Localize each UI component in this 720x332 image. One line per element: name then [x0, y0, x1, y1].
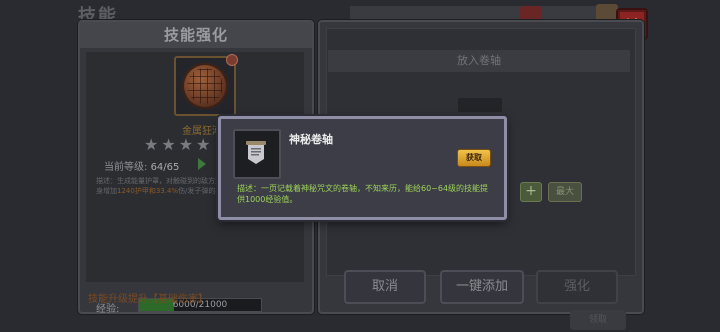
golden-shield-icon	[182, 63, 228, 109]
notification-badge-icon	[226, 54, 238, 66]
item-info-popup: 神秘卷轴 获取 描述：一页记载着神秘咒文的卷轴，不知来历，能给60~64级的技能…	[218, 116, 507, 220]
scroll-header: 放入卷轴	[328, 50, 630, 72]
add-scroll-button[interactable]: +	[520, 182, 542, 202]
get-item-button[interactable]: 获取	[457, 149, 491, 167]
claim-button[interactable]: 领取	[570, 310, 626, 330]
cancel-button[interactable]: 取消	[344, 270, 426, 304]
top-resource-bar	[350, 6, 600, 20]
level-value: 64/65	[150, 162, 180, 173]
quick-add-button[interactable]: 一键添加	[440, 270, 524, 304]
scroll-slot[interactable]	[458, 98, 502, 112]
level-up-arrow-icon	[198, 158, 206, 170]
star-rating: ★★★★	[144, 135, 214, 154]
max-scroll-button[interactable]: 最大	[548, 182, 582, 202]
upgrade-bonus-text: 技能升级提升【基础伤害】	[88, 294, 208, 305]
description-highlight: 1240护甲和33.4%	[117, 187, 179, 195]
enhance-button[interactable]: 强化	[536, 270, 618, 304]
level-label: 当前等级:	[104, 162, 148, 173]
current-level: 当前等级: 64/65	[104, 158, 179, 173]
panel-title: 技能强化	[80, 22, 312, 48]
item-icon-slot	[233, 129, 281, 179]
skill-icon-slot[interactable]	[174, 56, 236, 116]
item-description: 描述：一页记载着神秘咒文的卷轴，不知来历，能给60~64级的技能提供1000经验…	[237, 184, 489, 204]
scroll-icon	[246, 141, 266, 164]
item-name: 神秘卷轴	[289, 133, 333, 146]
